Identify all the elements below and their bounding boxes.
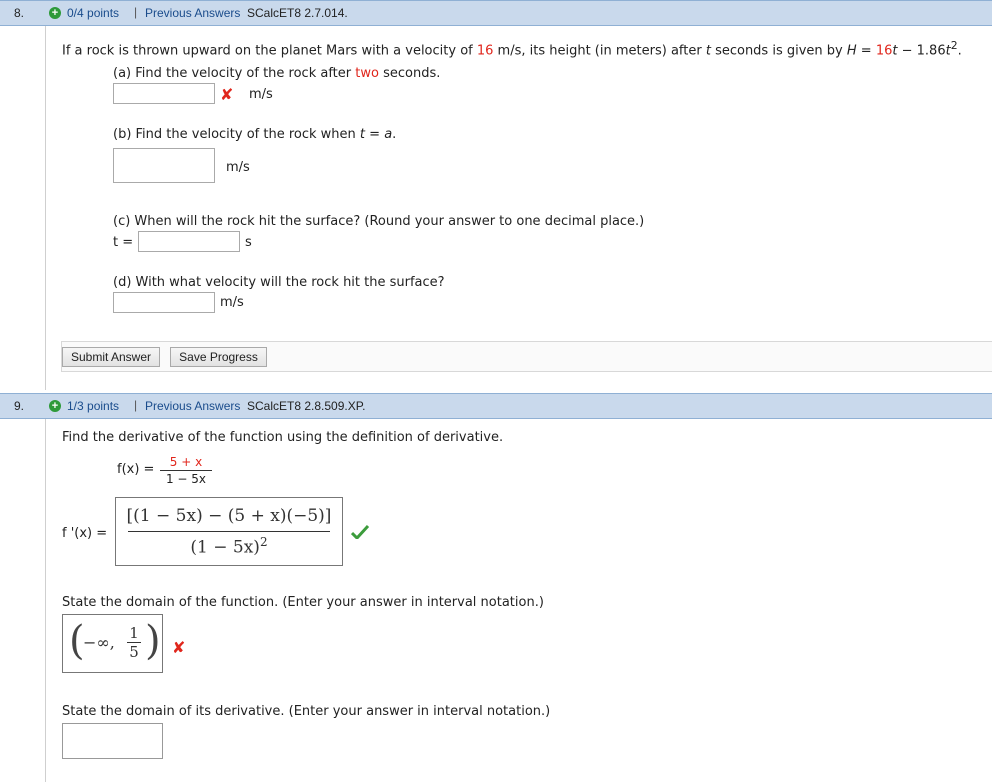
separator: |: [134, 5, 138, 19]
equals: =: [856, 43, 876, 59]
save-progress-button[interactable]: Save Progress: [170, 347, 267, 367]
part-b-label: (b) Find the velocity of the rock when: [113, 127, 360, 142]
domain-denominator: 5: [129, 643, 139, 661]
answer-fraction-bar: [128, 531, 330, 532]
derivative-answer-input[interactable]: [(1 − 5x) − (5 + x)(−5)] (1 − 5x)2: [115, 497, 343, 566]
problem-code: SCalcET8 2.8.509.XP.: [247, 399, 366, 413]
problem-code: SCalcET8 2.7.014.: [247, 6, 348, 20]
expand-plus-icon[interactable]: +: [49, 400, 61, 412]
part-a-text: (a) Find the velocity of the rock after …: [113, 66, 440, 81]
part-c-text: (c) When will the rock hit the surface? …: [113, 214, 645, 229]
denominator-base: (1 − 5x): [190, 537, 260, 558]
part-d-text: (d) With what velocity will the rock hit…: [113, 275, 445, 290]
part-c-answer-input[interactable]: [138, 231, 240, 252]
question-number: 8.: [14, 6, 25, 20]
expand-plus-icon[interactable]: +: [49, 7, 61, 19]
question-number: 9.: [14, 399, 25, 413]
previous-answers-link[interactable]: Previous Answers: [145, 399, 240, 413]
domain-fraction: 1 5: [127, 624, 141, 661]
points-link[interactable]: 0/4 points: [67, 6, 119, 20]
denominator-exponent: 2: [259, 535, 268, 549]
derivative-domain-input[interactable]: [62, 723, 163, 759]
question-8-prompt: If a rock is thrown upward on the planet…: [62, 39, 962, 58]
question-8-header: 8. + 0/4 points | Previous Answers SCalc…: [0, 0, 992, 26]
correct-check-icon: [351, 525, 369, 539]
part-b-unit: m/s: [226, 160, 250, 175]
close-paren: ): [145, 618, 161, 664]
part-a-unit: m/s: [249, 87, 273, 102]
submit-answer-button[interactable]: Submit Answer: [62, 347, 160, 367]
part-b-text: (b) Find the velocity of the rock when t…: [113, 127, 396, 142]
variable-H: H: [846, 43, 857, 59]
domain-answer-input[interactable]: ( −∞, 1 5 ): [62, 614, 163, 673]
velocity-value: 16: [476, 43, 494, 59]
points-link[interactable]: 1/3 points: [67, 399, 119, 413]
fraction-bar: [160, 470, 212, 471]
question-9-prompt: Find the derivative of the function usin…: [62, 430, 504, 445]
fx-denominator: 1 − 5x: [165, 472, 207, 486]
domain-left-value: −∞,: [83, 633, 115, 652]
answer-denominator: (1 − 5x)2: [116, 535, 342, 558]
coefficient-value: 16: [875, 43, 893, 59]
incorrect-x-icon: ✘: [172, 638, 186, 657]
period: .: [957, 43, 962, 59]
domain-prompt: State the domain of the function. (Enter…: [62, 595, 544, 610]
fx-label: f(x) =: [117, 462, 155, 477]
prompt-text: m/s, its height (in meters) after: [493, 43, 706, 59]
domain-numerator: 1: [129, 624, 139, 642]
part-c-unit: s: [245, 235, 252, 250]
prompt-text: seconds is given by: [710, 43, 847, 59]
question-9-header: 9. + 1/3 points | Previous Answers SCalc…: [0, 393, 992, 419]
derivative-domain-prompt: State the domain of its derivative. (Ent…: [62, 704, 551, 719]
t-equals-label: t =: [113, 235, 134, 250]
equals: =: [365, 127, 385, 142]
part-a-label: (a) Find the velocity of the rock after: [113, 66, 356, 81]
part-b-answer-input[interactable]: [113, 148, 215, 183]
period: .: [392, 127, 397, 142]
previous-answers-link[interactable]: Previous Answers: [145, 6, 240, 20]
fx-numerator: 5 + x: [169, 455, 203, 469]
prompt-text: If a rock is thrown upward on the planet…: [62, 43, 477, 59]
part-a-answer-input[interactable]: [113, 83, 215, 104]
variable-a: a: [384, 127, 393, 142]
separator: |: [134, 398, 138, 412]
question-8-left-border: [45, 26, 46, 390]
answer-numerator: [(1 − 5x) − (5 + x)(−5)]: [126, 506, 332, 526]
part-a-label: seconds.: [378, 66, 441, 81]
fpx-label: f '(x) =: [62, 526, 108, 541]
exponent: 2: [950, 39, 958, 52]
part-d-answer-input[interactable]: [113, 292, 215, 313]
incorrect-x-icon: ✘: [220, 85, 234, 104]
fx-fraction: 5 + x 1 − 5x: [160, 455, 212, 486]
part-d-unit: m/s: [220, 295, 244, 310]
question-9-left-border: [45, 419, 46, 782]
two-value: two: [355, 66, 379, 81]
minus-term: − 1.86: [897, 43, 946, 59]
